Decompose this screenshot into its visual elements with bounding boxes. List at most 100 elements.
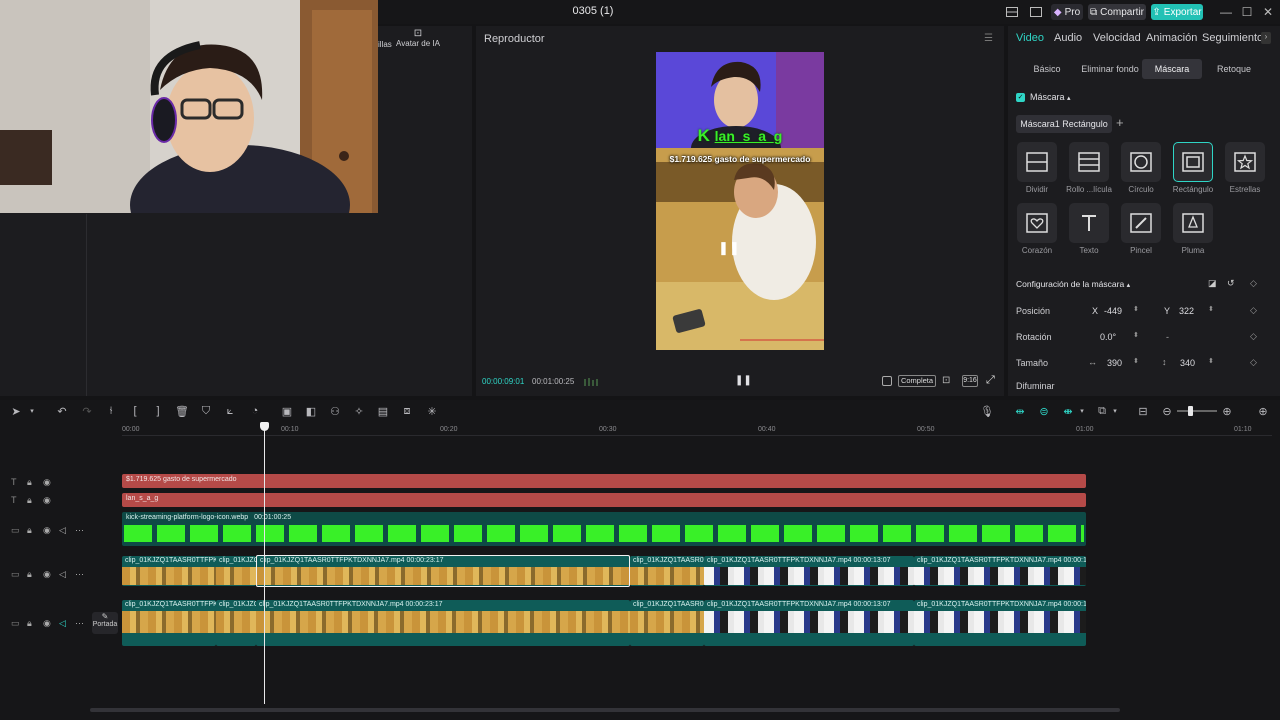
lock-icon[interactable]: 🔒︎ (27, 525, 32, 536)
chevron-right-icon[interactable]: › (1261, 32, 1271, 44)
maximize-icon[interactable]: ☐ (1239, 4, 1255, 20)
main-clip[interactable]: clip_01KJZQ1TAASR0TTF (630, 600, 704, 646)
main-clip[interactable]: clip_01KJZQ1TAASR0TTFPKTDXNN (122, 600, 216, 646)
mask-brush-tile[interactable] (1121, 203, 1161, 243)
video-clip-selected[interactable]: clip_01KJZQ1TAASR0TTFPKTDXNNJA7.mp4 00:0… (256, 555, 630, 587)
zoom-out-icon[interactable]: ⊖ (1161, 405, 1173, 418)
keyframe-icon[interactable]: ◇ (1250, 305, 1257, 316)
tab-speed[interactable]: Velocidad (1093, 32, 1141, 44)
minimize-icon[interactable]: — (1218, 4, 1234, 20)
rotation-input[interactable]: 0.0° (1100, 332, 1116, 342)
magic-icon[interactable]: ✧ (353, 405, 365, 418)
main-clip[interactable]: clip_01KJZQ1TAASR0TTFPKTDXNNJA7.mp4 00:0… (256, 600, 630, 646)
main-clip[interactable]: clip_01KJZQ1TAASR0TTFPKTDXNNJA7.mp4 00:0… (914, 600, 1086, 646)
marker-icon[interactable]: ⛉ (200, 405, 212, 417)
stepper-icon[interactable]: ⬍ (1133, 357, 1139, 365)
tab-ai-avatar[interactable]: ⊡ Avatar de IA (396, 28, 440, 48)
freeze-icon[interactable]: ▣ (281, 405, 293, 418)
add-mask-icon[interactable]: + (1116, 115, 1124, 130)
subtab-remove-bg[interactable]: Eliminar fondo (1080, 59, 1140, 79)
speaker-icon[interactable]: ◁ (59, 618, 66, 629)
more-icon[interactable]: ⋯ (75, 618, 84, 629)
crop-icon[interactable] (882, 376, 892, 386)
crop-icon[interactable]: ⟀ (224, 405, 236, 417)
zoom-fit-icon[interactable]: ⊕ (1257, 405, 1269, 418)
view-mode-button[interactable]: Completa (898, 375, 936, 387)
playhead-handle[interactable] (260, 422, 269, 431)
tab-templates[interactable]: illas (378, 30, 392, 49)
microphone-icon[interactable]: 🎙 (980, 405, 994, 418)
pos-x-input[interactable]: -449 (1104, 306, 1122, 316)
keyframe-icon[interactable]: ◇ (1250, 278, 1257, 289)
speaker-icon[interactable]: ◁ (59, 569, 66, 580)
reverse-icon[interactable]: ◧ (305, 405, 317, 418)
ai-icon[interactable]: ✳ (426, 405, 438, 418)
text-clip[interactable]: lan_s_a_g (122, 493, 1086, 507)
video-clip[interactable]: clip_01KJZQ (216, 556, 256, 586)
video-clip[interactable]: clip_01KJZQ1TAASR0TTFPKTDXNNJA7.mp4 00:0… (914, 556, 1086, 586)
eye-icon[interactable]: ◉ (43, 477, 51, 488)
tab-video[interactable]: Video (1016, 32, 1044, 44)
track-settings-icon[interactable]: ⊟ (1137, 405, 1149, 418)
speed-icon[interactable]: ◔ (249, 405, 261, 417)
mask-config-title[interactable]: Configuración de la máscara ▴ (1016, 279, 1130, 289)
eye-icon[interactable]: ◉ (43, 618, 51, 629)
sticker-clip[interactable]: kick-streaming-platform-logo-icon.webp 0… (122, 512, 1086, 546)
eye-icon[interactable]: ◉ (43, 495, 51, 506)
effects-icon[interactable]: ⧈ (401, 405, 413, 417)
more-icon[interactable]: ⋯ (75, 569, 84, 580)
menu-icon[interactable]: ☰ (984, 33, 993, 44)
stepper-icon[interactable]: ⬍ (1208, 357, 1214, 365)
lock-icon[interactable]: 🔒︎ (27, 477, 32, 488)
mask-checkbox[interactable]: ✓ (1016, 93, 1025, 102)
close-icon[interactable]: ✕ (1260, 4, 1276, 20)
mask-star-tile[interactable] (1225, 142, 1265, 182)
split-icon[interactable]: ⫮ (105, 405, 117, 417)
tab-audio[interactable]: Audio (1054, 32, 1082, 44)
play-pause-button[interactable]: ❚❚ (735, 375, 752, 386)
stepper-icon[interactable]: ⬍ (1133, 331, 1139, 339)
zoom-slider-thumb[interactable] (1188, 406, 1193, 416)
split-left-icon[interactable]: [ (129, 405, 141, 417)
pro-button[interactable]: ◆ Pro (1051, 4, 1083, 20)
chevron-down-icon[interactable]: ▾ (26, 405, 38, 417)
reset-icon[interactable]: ↺ (1227, 278, 1235, 289)
chevron-down-icon[interactable]: ▾ (1076, 405, 1088, 417)
redo-icon[interactable]: ↷ (81, 405, 93, 418)
speaker-icon[interactable]: ◁ (59, 525, 66, 536)
subtab-basic[interactable]: Básico (1018, 59, 1076, 79)
export-button[interactable]: ⇪ Exportar (1151, 4, 1203, 20)
eye-icon[interactable]: ◉ (43, 569, 51, 580)
current-mask-chip[interactable]: Máscara1 Rectángulo (1016, 115, 1112, 133)
chevron-down-icon[interactable]: ▾ (1109, 405, 1121, 417)
delete-icon[interactable]: 🗑 (175, 405, 189, 418)
video-clip[interactable]: clip_01KJZQ1TAASR0TTFPKTDXNNJA7.mp4 00:0… (704, 556, 914, 586)
size-width-input[interactable]: 390 (1107, 358, 1122, 368)
link-icon[interactable]: ⇹ (1014, 405, 1026, 418)
stepper-icon[interactable]: ⬍ (1133, 305, 1139, 313)
shortcuts-icon[interactable] (1028, 4, 1044, 20)
eye-icon[interactable]: ◉ (43, 525, 51, 536)
split-right-icon[interactable]: ] (152, 405, 164, 417)
horizontal-scrollbar[interactable] (90, 708, 1120, 712)
snap-icon[interactable]: ⇼ (1062, 405, 1074, 418)
invert-icon[interactable]: ◪ (1208, 278, 1217, 289)
pos-y-input[interactable]: 322 (1179, 306, 1194, 316)
lock-icon[interactable]: 🔒︎ (27, 618, 32, 629)
video-preview[interactable]: K lan_s_a_g $1.719.625 gasto de supermer… (656, 52, 824, 350)
caption-icon[interactable]: ▤ (377, 405, 389, 418)
main-clip[interactable]: clip_01KJZQ (216, 600, 256, 646)
size-height-input[interactable]: 340 (1180, 358, 1195, 368)
video-clip[interactable]: clip_01KJZQ1TAASR0TTF (630, 556, 704, 586)
select-tool-icon[interactable]: ➤ (10, 405, 22, 418)
magnet-icon[interactable]: ⊜ (1038, 405, 1050, 418)
mask-heart-tile[interactable] (1017, 203, 1057, 243)
preview-icon[interactable]: ⧉ (1096, 405, 1108, 417)
aspect-ratio-button[interactable]: 9:16 (962, 375, 978, 387)
keyframe-icon[interactable]: ◇ (1250, 357, 1257, 368)
zoom-fit-icon[interactable]: ⊡ (942, 375, 950, 386)
mask-rectangle-tile[interactable] (1173, 142, 1213, 182)
zoom-in-icon[interactable]: ⊕ (1221, 405, 1233, 418)
mask-film-tile[interactable] (1069, 142, 1109, 182)
tab-animation[interactable]: Animación (1146, 32, 1197, 44)
